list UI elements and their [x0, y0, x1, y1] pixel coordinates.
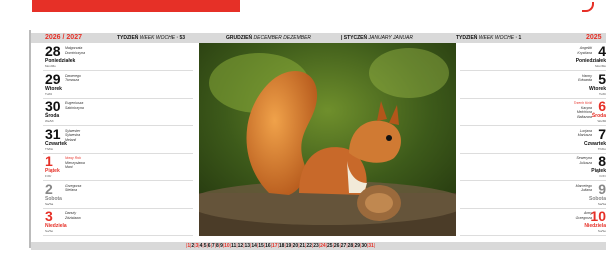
name-day: Dominiczyna: [65, 50, 86, 55]
name-day: Mariusza: [577, 133, 592, 137]
name-day: Zdzisława: [65, 215, 81, 220]
right-week-column: 4 Poniedziałek Mon/Mo Angeliki Krystiana 5 Wto…: [460, 43, 606, 236]
day-abbrev: Th/Do: [45, 146, 54, 151]
day-number: 8: [598, 153, 606, 169]
month-right: | STYCZEŃ JANUARY JANUAR: [341, 35, 413, 41]
name-day: Trzech Króli: [573, 101, 592, 105]
name-days: Seweryna Juliusza: [576, 156, 592, 165]
name-days: Eugeniusza Sabiniczyna: [65, 101, 84, 110]
day-abbrev: Th/Do: [597, 146, 606, 151]
day-number: 31: [45, 125, 61, 142]
day-abbrev: We/Mi: [597, 119, 606, 123]
day-abbrev: Su/So: [597, 229, 606, 233]
day-cell: 31 Czwartek Th/Do Sylwester Sylwestra Melanii: [43, 126, 193, 154]
name-days: Marcelego Juliana: [576, 184, 592, 193]
month-left: GRUDZIEŃ DECEMBER DEZEMBER: [226, 35, 312, 41]
day-cell: 29 Wtorek Tu/Di Dawerego Tomasza: [43, 71, 193, 99]
name-day: Melanii: [65, 137, 77, 142]
day-cell: 4 Poniedziałek Mon/Mo Angeliki Krystiana: [460, 43, 606, 71]
day-cell: 1 Piątek Fr/Fr Nowy Rok Mieczysława Mani: [43, 153, 193, 181]
day-number: 9: [598, 180, 606, 197]
day-abbrev: Sa/Sa: [597, 201, 606, 206]
name-days: Angeliki Krystiana: [577, 46, 592, 55]
name-days: Sylwester Sylwestra Melanii: [65, 129, 80, 143]
day-number: 1: [45, 153, 53, 169]
name-days: Małgorzata Dominiczyna: [65, 46, 85, 55]
day-number: 28: [45, 43, 61, 59]
name-days: Grzegorza Stefana: [65, 184, 81, 193]
name-day: Juliana: [580, 188, 592, 192]
name-day: Sylwestra: [65, 133, 81, 137]
day-cell: 10 Niedziela Su/So Anny Grzegorza: [460, 208, 606, 236]
name-day: Małgorzata: [65, 46, 83, 50]
day-cell: 3 Niedziela Su/So Danuty Zdzisława: [43, 208, 193, 236]
day-cell: 28 Poniedziałek Mon/Mo Małgorzata Dominiczyn…: [43, 43, 193, 71]
strip-separator: |: [373, 243, 376, 249]
name-days: Nowy Rok Mieczysława Mani: [65, 156, 85, 170]
year-left: 2026 / 2027: [45, 34, 82, 41]
day-abbrev: Tu/Di: [45, 91, 53, 96]
name-days: Danuty Zdzisława: [65, 211, 81, 220]
day-abbrev: Sa/Sa: [45, 201, 54, 206]
day-abbrev: Mon/Mo: [45, 64, 56, 68]
day-abbrev: Mon/Mo: [595, 64, 606, 68]
day-number: 6: [598, 98, 606, 114]
squirrel-photo: [199, 43, 456, 236]
name-days: Trzech Króli Kacpra Melchiora Baltazara: [574, 101, 592, 119]
name-days: Dawerego Tomasza: [65, 74, 81, 83]
name-day: Edwarda: [578, 78, 592, 82]
day-cell: 2 Sobota Sa/Sa Grzegorza Stefana: [43, 181, 193, 209]
day-cell: 8 Piątek Fr/Fr Seweryna Juliusza: [460, 153, 606, 181]
day-number: 4: [598, 43, 606, 59]
name-day: Sabiniczyna: [65, 105, 84, 110]
day-abbrev: We/Mi: [45, 119, 54, 123]
calendar-header: 2026 / 2027 TYDZIEŃ WEEK WOCHE · 53 GRUD…: [31, 33, 606, 43]
month-day-numbers: |1|2|3|4|5|6|7|8|9|10|11|12|13|14|15|16|…: [186, 242, 375, 250]
name-days: Anny Grzegorza: [576, 211, 592, 220]
name-day: Grzegorza: [575, 215, 592, 220]
left-week-column: 28 Poniedziałek Mon/Mo Małgorzata Dominiczyn…: [43, 43, 193, 236]
red-header-tab: [32, 0, 240, 12]
name-day: Juliusza: [579, 160, 592, 165]
day-cell: 5 Wtorek Tu/Di Hanny Edwarda: [460, 71, 606, 99]
day-cell: 9 Sobota Sa/Sa Marcelego Juliana: [460, 181, 606, 209]
name-day: Baltazara: [577, 114, 592, 119]
day-number: 7: [598, 125, 606, 142]
day-abbrev: Tu/Di: [598, 91, 606, 96]
day-cell: 30 Środa We/Mi Eugeniusza Sabiniczyna: [43, 98, 193, 126]
name-day: Seweryna: [576, 156, 592, 160]
day-cell: 7 Czwartek Th/Do Lucjana Mariusza: [460, 126, 606, 154]
name-day: Angeliki: [579, 46, 592, 50]
name-day: Stefana: [65, 188, 78, 192]
day-abbrev: Fr/Fr: [45, 174, 52, 178]
week-right: TYDZIEŃ WEEK WOCHE · 1: [456, 35, 522, 41]
day-number: 5: [598, 70, 606, 87]
week-left: TYDZIEŃ WEEK WOCHE · 53: [117, 35, 186, 41]
name-day: Melchiora: [576, 110, 592, 114]
name-day: Krystiana: [577, 50, 592, 55]
day-number: 10: [590, 208, 606, 224]
name-day: Mani: [65, 165, 73, 169]
day-number: 30: [45, 98, 61, 114]
day-number: 3: [45, 208, 53, 224]
name-day: Eugeniusza: [65, 101, 84, 105]
day-abbrev: Fr/Fr: [599, 174, 606, 178]
month-day-strip: |1|2|3|4|5|6|7|8|9|10|11|12|13|14|15|16|…: [31, 242, 606, 250]
year-right: 2025: [586, 34, 602, 41]
day-number: 2: [45, 180, 53, 197]
day-abbrev: Su/So: [45, 229, 54, 233]
name-day: Tomasza: [65, 78, 80, 82]
name-days: Lucjana Mariusza: [578, 129, 592, 138]
day-cell: 6 Środa We/Mi Trzech Króli Kacpra Melchiora Ba…: [460, 98, 606, 126]
name-days: Hanny Edwarda: [578, 74, 592, 83]
day-number: 29: [45, 70, 61, 87]
